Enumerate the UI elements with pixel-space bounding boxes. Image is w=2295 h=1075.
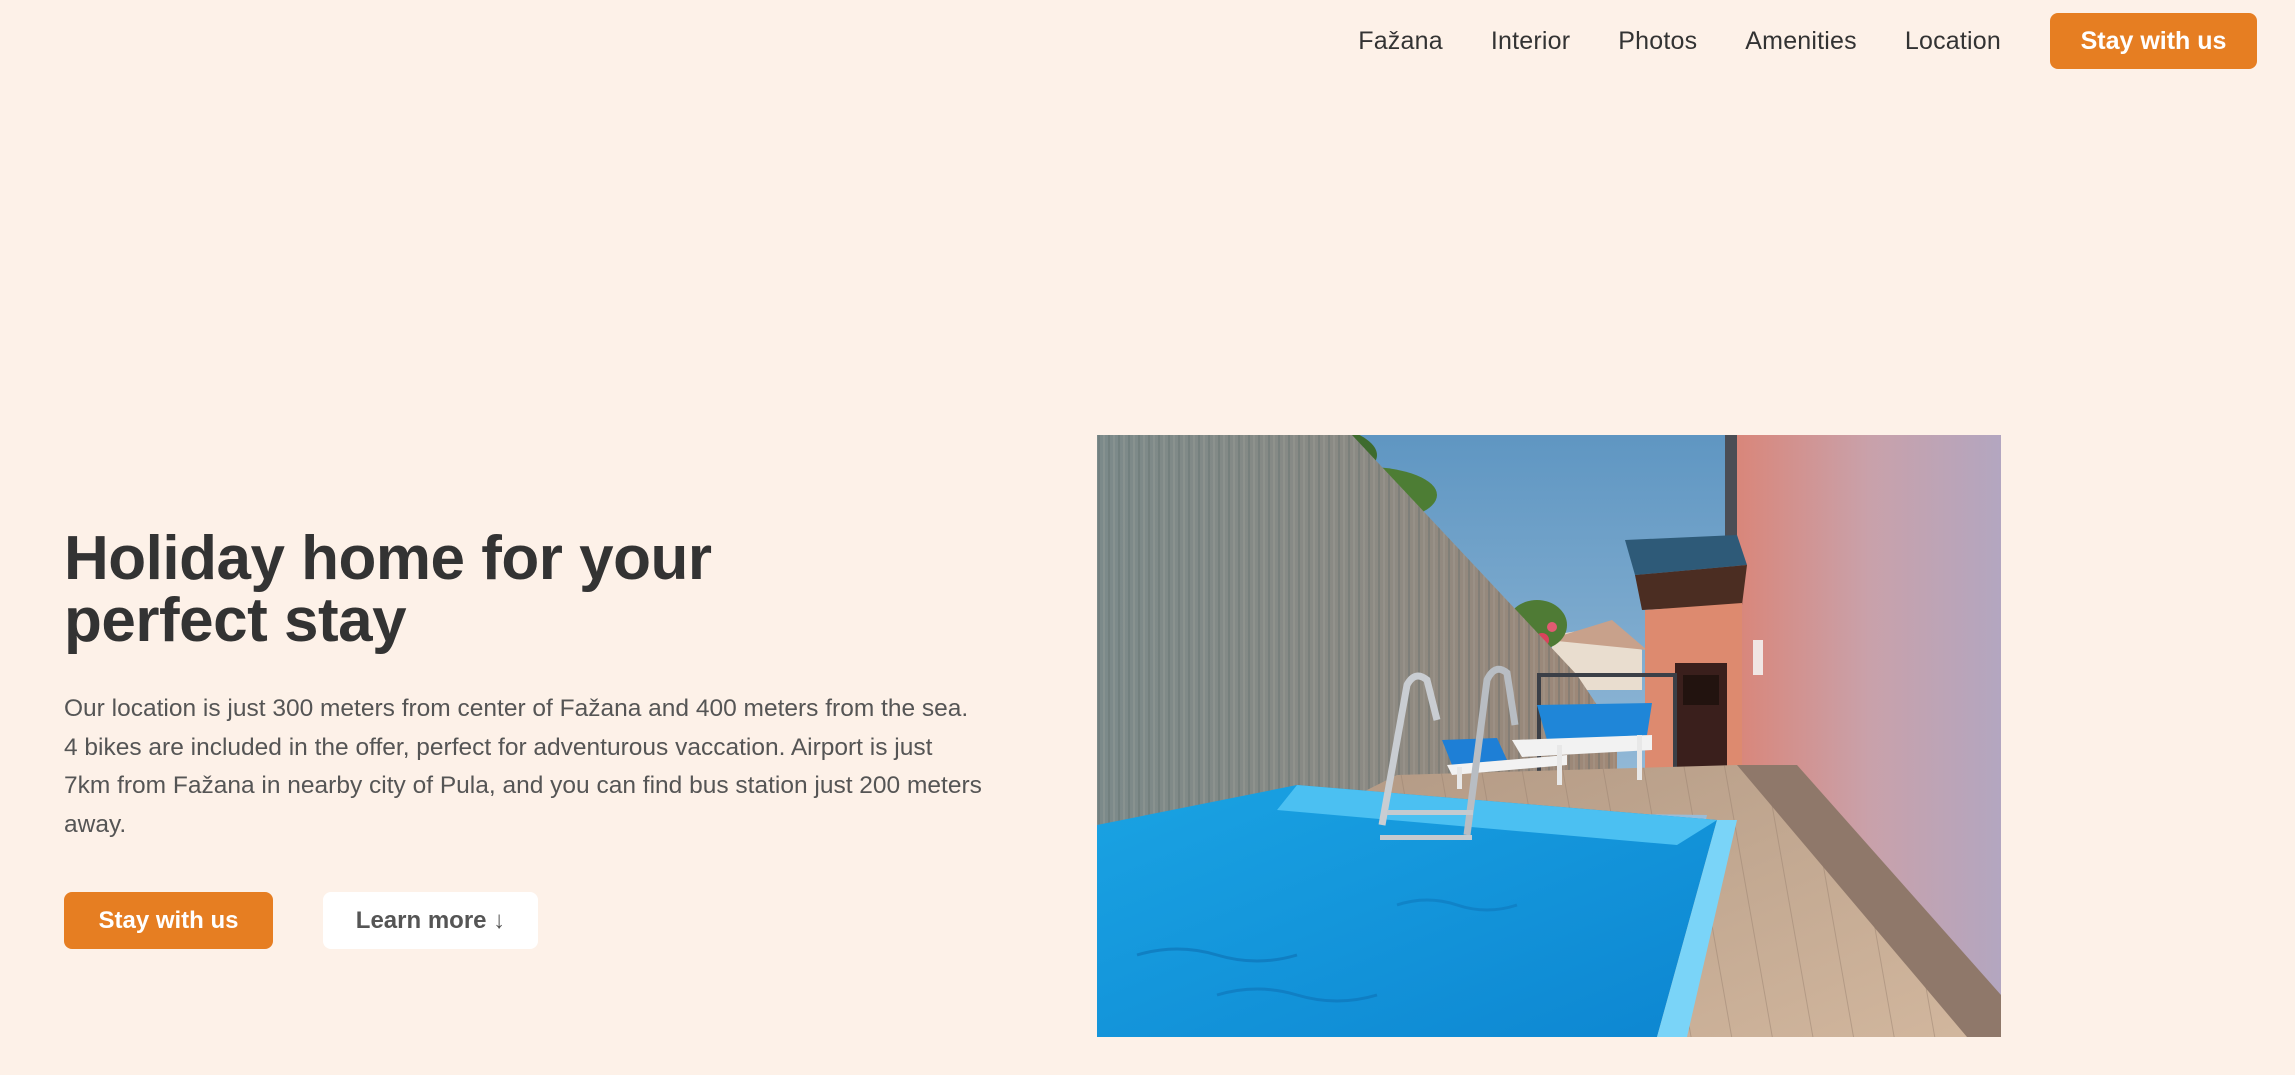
main-navigation: Fažana Interior Photos Amenities Locatio… <box>1358 13 2257 69</box>
page: Fažana Interior Photos Amenities Locatio… <box>0 0 2295 1075</box>
stay-with-us-button[interactable]: Stay with us <box>64 892 273 949</box>
hero-description: Our location is just 300 meters from cen… <box>64 695 982 838</box>
nav-link-fazana[interactable]: Fažana <box>1358 27 1443 56</box>
hero-title: Holiday home for your perfect stay <box>64 524 712 655</box>
nav-link-interior[interactable]: Interior <box>1491 27 1570 56</box>
hero-text-block: Holiday home for your perfect stay Our l… <box>64 528 984 949</box>
nav-link-amenities[interactable]: Amenities <box>1745 27 1857 56</box>
learn-more-button[interactable]: Learn more ↓ <box>323 892 538 949</box>
nav-link-photos[interactable]: Photos <box>1618 27 1697 56</box>
nav-stay-with-us-button[interactable]: Stay with us <box>2050 13 2257 69</box>
hero-button-group: Stay with us Learn more ↓ <box>64 892 984 949</box>
hero-pool-photo <box>1097 435 2001 1037</box>
nav-link-location[interactable]: Location <box>1905 27 2001 56</box>
